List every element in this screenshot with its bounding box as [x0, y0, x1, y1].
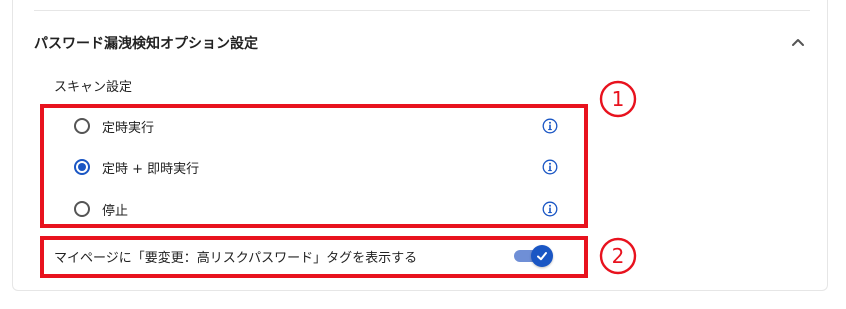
section-title: パスワード漏洩検知オプション設定	[34, 36, 258, 52]
annotation-marker-2: 2	[599, 237, 637, 275]
svg-text:1: 1	[612, 87, 625, 111]
chevron-up-icon	[792, 39, 804, 46]
top-divider	[34, 10, 810, 11]
collapse-button[interactable]	[786, 30, 810, 54]
annotation-box-1	[40, 104, 588, 228]
svg-text:2: 2	[612, 244, 625, 268]
settings-page: パスワード漏洩検知オプション設定 スキャン設定 定時実行 定時 + 即時実行 停…	[0, 0, 846, 309]
annotation-box-2	[40, 236, 588, 278]
annotation-marker-1: 1	[599, 80, 637, 118]
scan-settings-label: スキャン設定	[54, 80, 133, 95]
